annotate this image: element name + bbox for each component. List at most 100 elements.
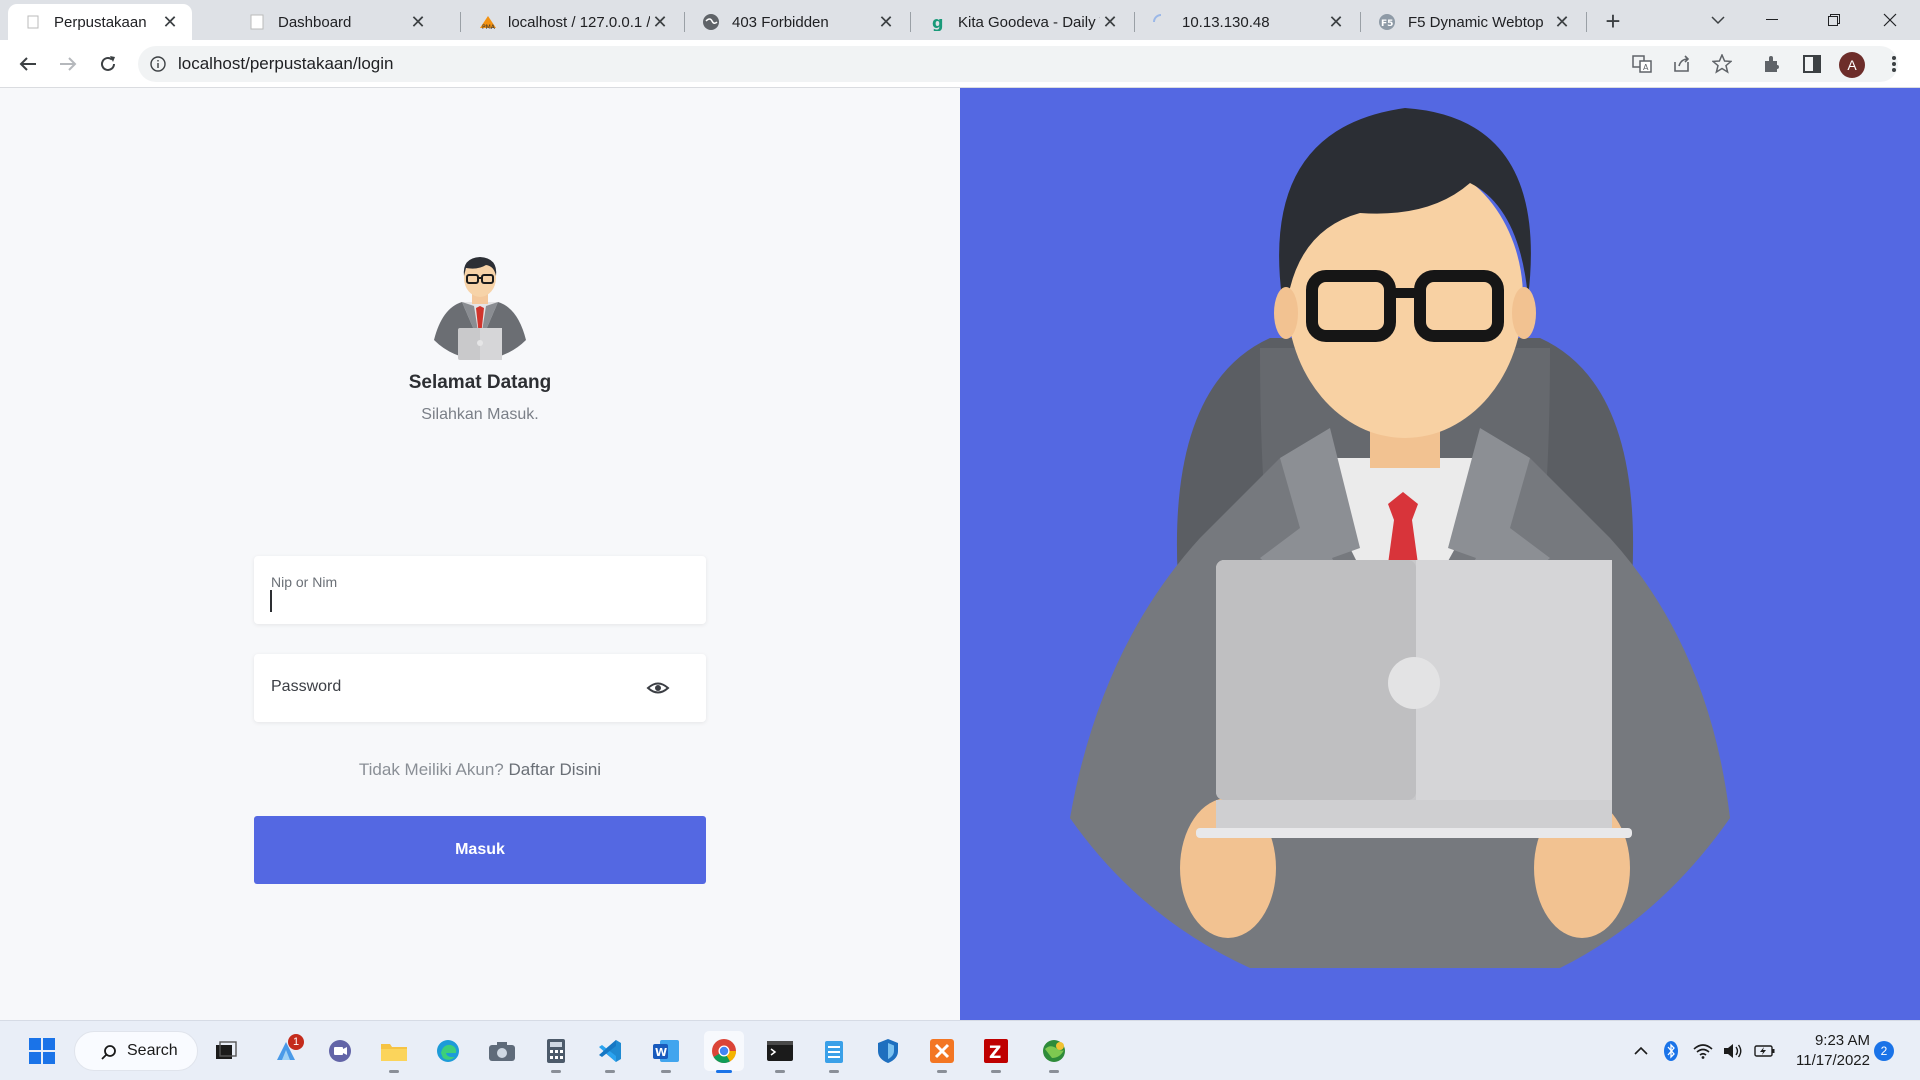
signup-link[interactable]: Daftar Disini — [509, 760, 602, 779]
tab-separator — [460, 12, 461, 32]
businessman-laptop-illustration — [1070, 108, 1730, 968]
tab-separator — [684, 12, 685, 32]
running-indicator — [551, 1070, 561, 1073]
running-indicator — [605, 1070, 615, 1073]
side-panel-icon[interactable] — [1798, 50, 1826, 78]
login-subtitle: Silahkan Masuk. — [421, 406, 539, 423]
teams-chat-icon[interactable] — [320, 1031, 360, 1071]
camera-icon[interactable] — [482, 1031, 522, 1071]
running-indicator — [1049, 1070, 1059, 1073]
taskbar-clock[interactable]: 9:23 AM 11/17/2022 — [1790, 1031, 1870, 1071]
close-tab-icon[interactable]: ✕ — [160, 12, 180, 32]
tab-search-chevron-icon[interactable] — [1690, 0, 1746, 40]
show-hidden-icons-chevron-icon[interactable] — [1630, 1041, 1652, 1061]
restore-button[interactable] — [1806, 0, 1862, 40]
translate-icon[interactable]: A — [1628, 50, 1656, 78]
profile-avatar[interactable]: A — [1839, 52, 1865, 78]
password-placeholder: Password — [271, 678, 342, 695]
svg-text:F5: F5 — [1381, 19, 1393, 29]
tab-title: 10.13.130.48 — [1182, 13, 1270, 31]
url-text[interactable]: localhost/perpustakaan/login — [178, 54, 393, 74]
edge-icon[interactable] — [428, 1031, 468, 1071]
password-field[interactable]: Password — [254, 654, 706, 722]
bookmark-star-icon[interactable] — [1708, 50, 1736, 78]
taskbar-search[interactable]: Search — [74, 1031, 198, 1071]
tab-phpmyadmin[interactable]: PMA localhost / 127.0.0.1 / ✕ — [462, 4, 682, 40]
forward-button[interactable] — [52, 48, 84, 80]
close-tab-icon[interactable]: ✕ — [650, 12, 670, 32]
tab-title: F5 Dynamic Webtop — [1408, 13, 1544, 31]
back-button[interactable] — [12, 48, 44, 80]
tab-dashboard[interactable]: Dashboard ✕ — [232, 4, 440, 40]
close-tab-icon[interactable]: ✕ — [1326, 12, 1346, 32]
defender-icon[interactable] — [868, 1031, 908, 1071]
close-window-button[interactable] — [1862, 0, 1918, 40]
notepad-icon[interactable] — [814, 1031, 854, 1073]
page-icon — [24, 13, 42, 31]
bluetooth-icon[interactable] — [1660, 1041, 1682, 1061]
wifi-icon[interactable] — [1692, 1041, 1714, 1061]
tab-title: Perpustakaan — [54, 13, 147, 31]
tab-title: localhost / 127.0.0.1 / — [508, 13, 650, 31]
login-panel: Selamat Datang Silahkan Masuk. Nip or Ni… — [0, 88, 960, 1020]
loading-spinner-icon — [1152, 13, 1170, 31]
tab-separator — [1134, 12, 1135, 32]
close-tab-icon[interactable]: ✕ — [408, 12, 428, 32]
browser-menu-icon[interactable] — [1880, 50, 1908, 78]
login-card: Selamat Datang Silahkan Masuk. Nip or Ni… — [254, 248, 706, 884]
globe-icon — [702, 13, 720, 31]
welcome-heading: Selamat Datang — [408, 372, 552, 393]
vscode-icon[interactable] — [590, 1031, 630, 1073]
svg-text:g: g — [932, 13, 943, 31]
tab-title: Kita Goodeva - Daily T — [958, 13, 1100, 31]
running-indicator — [991, 1070, 1001, 1073]
nip-field[interactable]: Nip or Nim — [254, 556, 706, 624]
tab-kita-goodeva[interactable]: g Kita Goodeva - Daily T ✕ — [912, 4, 1132, 40]
reload-button[interactable] — [92, 48, 124, 80]
browser-toolbar: localhost/perpustakaan/login A A — [0, 40, 1920, 88]
tab-f5-webtop[interactable]: F5 F5 Dynamic Webtop ✕ — [1362, 4, 1584, 40]
signup-prompt: Tidak Meiliki Akun? Daftar Disini — [254, 760, 706, 780]
phpmyadmin-icon: PMA — [478, 13, 496, 31]
close-tab-icon[interactable]: ✕ — [1552, 12, 1572, 32]
task-view-icon[interactable] — [206, 1031, 246, 1071]
filezilla-icon[interactable]: Z — [976, 1031, 1016, 1073]
masuk-button[interactable]: Masuk — [254, 816, 706, 884]
login-page: Selamat Datang Silahkan Masuk. Nip or Ni… — [0, 88, 1920, 1020]
file-explorer-icon[interactable] — [374, 1031, 414, 1073]
tab-title: 403 Forbidden — [732, 13, 829, 31]
new-tab-button[interactable]: + — [1598, 6, 1628, 36]
show-password-eye-icon[interactable] — [646, 676, 670, 700]
goodeva-icon: g — [928, 13, 946, 31]
notification-count-badge[interactable]: 2 — [1874, 1041, 1894, 1061]
xampp-icon[interactable] — [922, 1031, 962, 1073]
tab-ip-address[interactable]: 10.13.130.48 ✕ — [1136, 4, 1358, 40]
copilot-badge: 1 — [288, 1034, 304, 1050]
volume-icon[interactable] — [1722, 1041, 1744, 1061]
hero-illustration-panel — [960, 88, 1920, 1020]
minimize-button[interactable] — [1744, 0, 1800, 40]
close-tab-icon[interactable]: ✕ — [1100, 12, 1120, 32]
copilot-icon[interactable]: 1 — [266, 1031, 306, 1071]
f5-icon: F5 — [1378, 13, 1396, 31]
extensions-puzzle-icon[interactable] — [1758, 50, 1786, 78]
user-avatar-illustration — [434, 257, 526, 360]
site-info-icon[interactable] — [138, 56, 178, 72]
tab-separator — [1360, 12, 1361, 32]
search-icon — [101, 1045, 116, 1060]
calculator-icon[interactable] — [536, 1031, 576, 1073]
windows-start-icon[interactable] — [22, 1031, 62, 1071]
tab-403-forbidden[interactable]: 403 Forbidden ✕ — [686, 4, 908, 40]
running-indicator — [937, 1070, 947, 1073]
terminal-icon[interactable] — [760, 1031, 800, 1073]
windows-taskbar: Search 1 W Z 9:23 AM 11/17/2022 2 — [0, 1020, 1920, 1080]
share-icon[interactable] — [1668, 50, 1696, 78]
battery-charging-icon[interactable] — [1754, 1041, 1776, 1061]
word-icon[interactable]: W — [646, 1031, 686, 1073]
running-indicator — [661, 1070, 671, 1073]
close-tab-icon[interactable]: ✕ — [876, 12, 896, 32]
network-globe-icon[interactable] — [1034, 1031, 1074, 1073]
chrome-icon[interactable] — [704, 1031, 744, 1073]
browser-tab-strip: Perpustakaan ✕ Dashboard ✕ PMA localhost… — [0, 0, 1920, 40]
tab-perpustakaan[interactable]: Perpustakaan ✕ — [8, 4, 192, 40]
